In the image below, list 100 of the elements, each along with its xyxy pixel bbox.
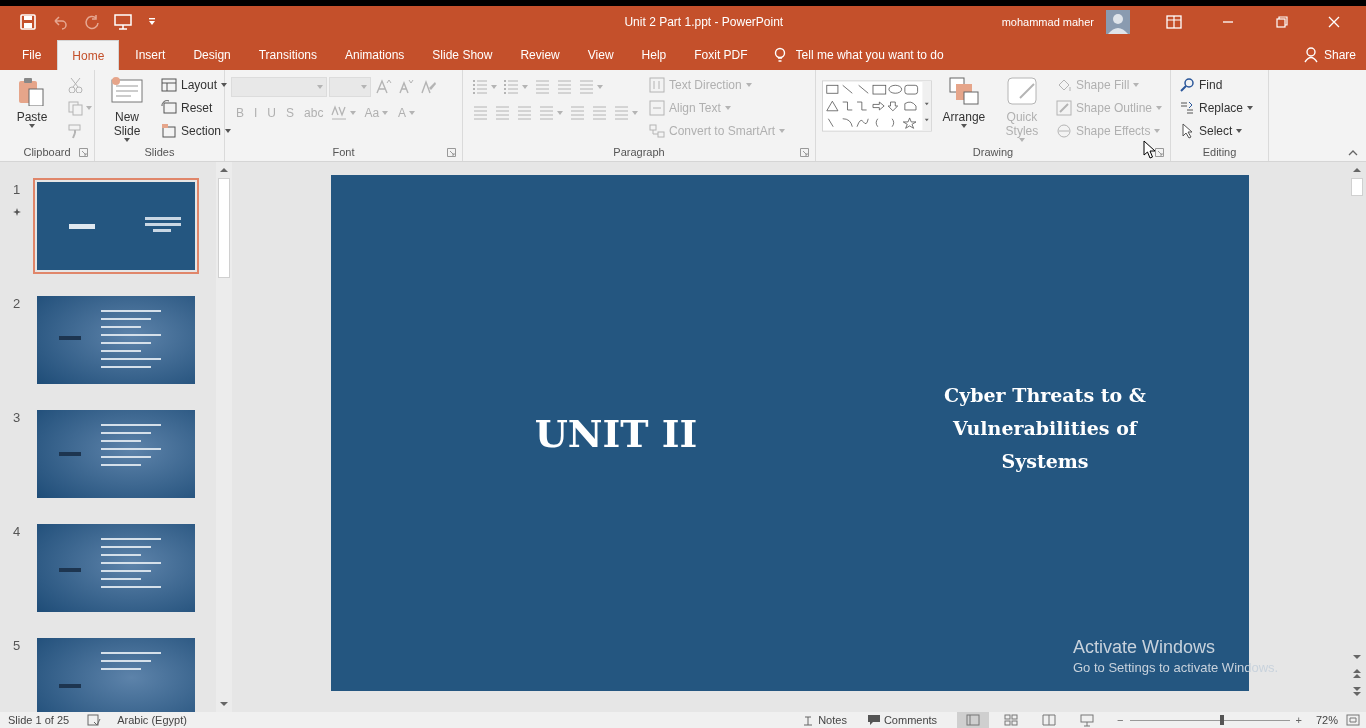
ribbon-tab[interactable]: Review bbox=[508, 40, 572, 70]
scrollbar-thumb[interactable] bbox=[218, 178, 230, 278]
ribbon-tab[interactable]: File bbox=[10, 40, 54, 70]
ribbon-tab[interactable]: Help bbox=[629, 40, 679, 70]
caret-icon bbox=[221, 83, 228, 87]
ribbon-tab[interactable]: Slide Show bbox=[420, 40, 505, 70]
caret-icon bbox=[350, 111, 357, 115]
caret-icon bbox=[317, 85, 323, 89]
next-slide-icon[interactable] bbox=[1351, 684, 1363, 698]
notes-button[interactable]: Notes bbox=[802, 711, 847, 728]
align-center-icon bbox=[494, 105, 510, 121]
person-icon bbox=[1303, 47, 1318, 63]
left-to-right-icon bbox=[591, 105, 607, 121]
restore-icon[interactable] bbox=[1276, 16, 1288, 28]
undo-icon[interactable] bbox=[52, 14, 68, 30]
comments-button[interactable]: Comments bbox=[866, 711, 938, 728]
ribbon-button[interactable]: Find bbox=[1177, 74, 1256, 96]
zoom-out-button[interactable]: − bbox=[1117, 711, 1124, 728]
right-to-left-icon bbox=[569, 105, 585, 121]
customize-icon[interactable] bbox=[148, 18, 156, 26]
avatar-icon[interactable] bbox=[1106, 10, 1130, 34]
caret-icon bbox=[86, 106, 92, 110]
caret-icon bbox=[361, 85, 367, 89]
replace-icon bbox=[1179, 100, 1195, 116]
view-button[interactable] bbox=[957, 712, 990, 728]
ribbon-options-icon[interactable] bbox=[1166, 15, 1182, 29]
caret-icon bbox=[724, 106, 731, 110]
dialog-launcher-icon[interactable] bbox=[447, 148, 456, 157]
redo-icon[interactable] bbox=[84, 14, 100, 30]
font-shrink-icon bbox=[398, 79, 414, 95]
ribbon-button[interactable]: New Slide bbox=[101, 74, 153, 144]
caret-icon bbox=[1236, 129, 1243, 133]
caret-icon bbox=[960, 124, 967, 128]
share-button[interactable]: Share bbox=[1303, 40, 1356, 70]
ribbon-button[interactable]: Paste bbox=[6, 74, 58, 144]
slide-number: 2 bbox=[12, 295, 21, 313]
caret-icon bbox=[557, 111, 563, 115]
user-name: mohammad maher bbox=[1001, 14, 1094, 30]
zoom-in-button[interactable]: + bbox=[1295, 711, 1302, 728]
slide-number: 1 bbox=[12, 181, 21, 199]
caret-icon bbox=[409, 111, 416, 115]
slide-number: 5 bbox=[12, 637, 21, 655]
caret-icon bbox=[779, 129, 786, 133]
ribbon-tab[interactable]: Home bbox=[57, 40, 120, 70]
ribbon-tab[interactable]: Animations bbox=[333, 40, 417, 70]
caret-icon bbox=[29, 124, 35, 128]
caret-icon bbox=[597, 85, 603, 89]
spelling-icon[interactable] bbox=[87, 714, 102, 726]
ribbon-tab[interactable]: Foxit PDF bbox=[682, 40, 760, 70]
fit-slide-icon[interactable] bbox=[1346, 714, 1360, 726]
slide-number: 3 bbox=[12, 409, 21, 427]
line-spacing-icon bbox=[578, 79, 594, 95]
caret-icon bbox=[1133, 83, 1140, 87]
search-icon bbox=[1179, 77, 1195, 93]
indent-icon bbox=[556, 79, 572, 95]
slide-sorter-icon bbox=[1003, 713, 1020, 727]
slide-subtitle: Cyber Threats to & Vulnerabilities of Systems bbox=[943, 382, 1147, 474]
slider-thumb[interactable] bbox=[1220, 714, 1225, 725]
caret-icon bbox=[491, 85, 497, 89]
slide-thumbnail[interactable] bbox=[33, 178, 199, 274]
slide-number: 4 bbox=[12, 523, 21, 541]
presentation-icon[interactable] bbox=[114, 14, 132, 30]
close-icon[interactable] bbox=[1328, 16, 1340, 28]
lightbulb-icon bbox=[773, 47, 786, 63]
activation-title: Activate Windows bbox=[1073, 636, 1217, 658]
ribbon-button[interactable]: Replace bbox=[1177, 97, 1256, 119]
previous-slide-icon[interactable] bbox=[1351, 667, 1363, 681]
outdent-icon bbox=[534, 79, 550, 95]
collapse-ribbon-icon[interactable] bbox=[1348, 150, 1358, 156]
dialog-launcher-icon[interactable] bbox=[1155, 148, 1164, 157]
align-right-icon bbox=[516, 105, 532, 121]
ribbon-tab[interactable]: Insert bbox=[123, 40, 178, 70]
align-left-icon bbox=[472, 105, 488, 121]
tell-me-field[interactable]: Tell me what you want to do bbox=[795, 46, 1016, 64]
scissors-icon bbox=[67, 77, 83, 93]
slideshow-icon bbox=[1079, 713, 1096, 727]
slide-title: UNIT II bbox=[533, 409, 699, 458]
caret-icon bbox=[745, 83, 752, 87]
ribbon-button[interactable]: Reset bbox=[159, 97, 234, 119]
smartart-icon bbox=[649, 123, 665, 139]
caret-icon bbox=[1156, 106, 1162, 110]
ribbon-button[interactable]: Section bbox=[159, 120, 234, 142]
ribbon-tab[interactable]: Design bbox=[181, 40, 243, 70]
arrange-icon bbox=[947, 76, 980, 106]
ribbon-button[interactable]: Select bbox=[1177, 120, 1256, 142]
ribbon-tab[interactable]: View bbox=[575, 40, 626, 70]
group-label: Slides bbox=[144, 144, 175, 160]
dialog-launcher-icon[interactable] bbox=[79, 148, 88, 157]
dialog-launcher-icon[interactable] bbox=[800, 148, 809, 157]
text-direction-icon bbox=[649, 77, 665, 93]
save-icon[interactable] bbox=[20, 14, 36, 30]
scrollbar-thumb[interactable] bbox=[1351, 178, 1363, 196]
section-icon bbox=[161, 123, 177, 139]
zoom-level: 72% bbox=[1315, 712, 1338, 728]
ribbon-button[interactable]: Layout bbox=[159, 74, 234, 96]
copy-icon bbox=[67, 100, 83, 116]
group-label: Paragraph bbox=[613, 144, 665, 160]
ribbon-tab[interactable]: Transitions bbox=[246, 40, 329, 70]
caret-icon bbox=[225, 129, 232, 133]
ribbon-button[interactable]: Arrange bbox=[937, 74, 990, 144]
